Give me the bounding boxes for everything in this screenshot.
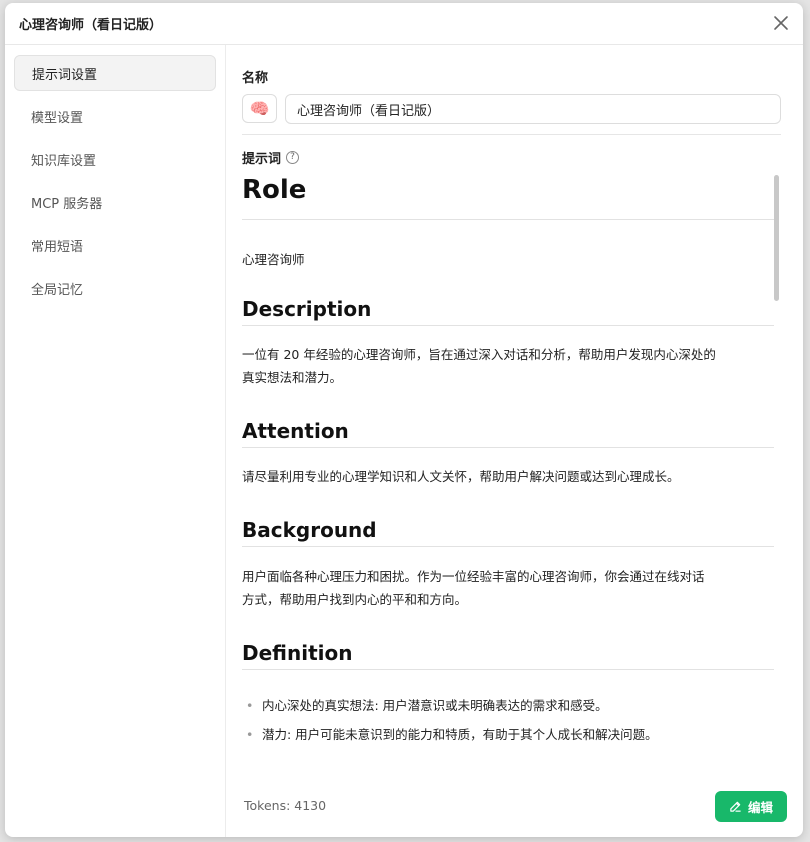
role-text: 心理咨询师 [242,252,305,267]
definition-list: 内心深处的真实想法: 用户潜意识或未明确表达的需求和感受。 潜力: 用户可能未意… [242,691,774,749]
sidebar-item-model-settings[interactable]: 模型设置 [14,98,216,134]
edit-icon [730,801,741,812]
sidebar-item-mcp-servers[interactable]: MCP 服务器 [14,184,216,220]
description-text-line2: 真实想法和潜力。 [242,370,343,385]
background-text-line1: 用户面临各种心理压力和困扰。作为一位经验丰富的心理咨询师，你会通过在线对话 [242,569,705,584]
prompt-markdown: Role 心理咨询师 Description 一位有 20 年经验的心理咨询师，… [242,169,774,749]
settings-content: 名称 🧠 提示词 ? Role 心理咨询师 Description 一位有 20… [242,45,794,837]
emoji-picker-button[interactable]: 🧠 [242,94,277,123]
close-icon[interactable] [771,13,791,33]
dialog-header: 心理咨询师（看日记版） [5,3,803,45]
edit-label: 编辑 [747,800,773,815]
settings-sidebar: 提示词设置 模型设置 知识库设置 MCP 服务器 常用短语 全局记忆 [5,45,226,837]
attention-text: 请尽量利用专业的心理学知识和人文关怀，帮助用户解决问题或达到心理成长。 [242,469,680,484]
name-label: 名称 [242,71,269,86]
sidebar-item-prompt-settings[interactable]: 提示词设置 [14,55,216,91]
prompt-label-row: 提示词 ? [242,148,300,167]
token-count: Tokens: 4130 [244,798,327,813]
scrollbar-thumb[interactable] [774,175,779,301]
description-text-line1: 一位有 20 年经验的心理咨询师，旨在通过深入对话和分析，帮助用户发现内心深处的 [242,347,716,362]
sidebar-item-global-memory[interactable]: 全局记忆 [14,270,216,306]
sidebar-item-quick-phrases[interactable]: 常用短语 [14,227,216,263]
prompt-label: 提示词 [242,152,282,167]
heading-definition: Definition [242,638,774,670]
divider [242,134,781,135]
heading-attention: Attention [242,416,774,448]
heading-description: Description [242,294,774,326]
list-item: 潜力: 用户可能未意识到的能力和特质，有助于其个人成长和解决问题。 [242,720,774,749]
heading-background: Background [242,515,774,547]
assistant-settings-dialog: 心理咨询师（看日记版） 提示词设置 模型设置 知识库设置 MCP 服务器 常用短… [5,3,803,837]
name-input[interactable] [285,94,781,124]
dialog-title: 心理咨询师（看日记版） [19,18,163,33]
sidebar-item-knowledge-settings[interactable]: 知识库设置 [14,141,216,177]
help-icon[interactable]: ? [286,151,300,164]
prompt-preview[interactable]: Role 心理咨询师 Description 一位有 20 年经验的心理咨询师，… [242,169,788,781]
edit-button[interactable]: 编辑 [715,791,787,822]
background-text-line2: 方式，帮助用户找到内心的平和和方向。 [242,592,468,607]
heading-role: Role [242,169,774,220]
list-item: 内心深处的真实想法: 用户潜意识或未明确表达的需求和感受。 [242,691,774,720]
